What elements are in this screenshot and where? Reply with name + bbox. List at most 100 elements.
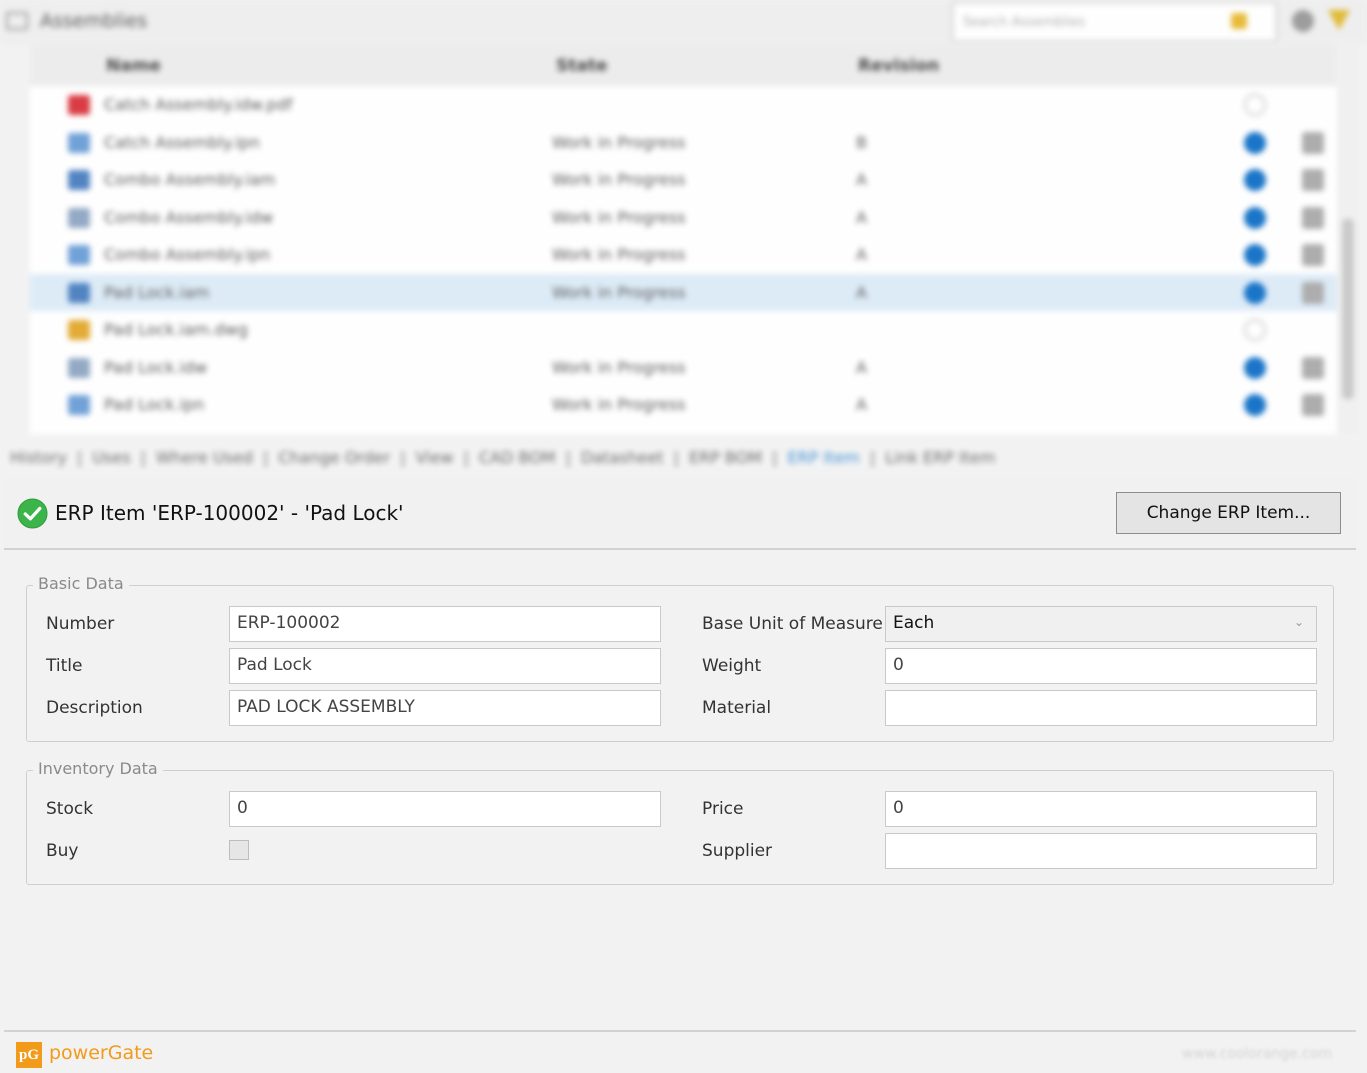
file-state: Work in Progress xyxy=(552,170,686,189)
tab-link-erp-item[interactable]: Link ERP Item xyxy=(885,448,995,467)
description-field[interactable]: PAD LOCK ASSEMBLY xyxy=(229,690,661,726)
file-icon xyxy=(68,170,90,190)
title-field[interactable]: Pad Lock xyxy=(229,648,661,684)
table-row[interactable]: Pad Lock.iam.dwg xyxy=(30,311,1338,349)
funnel-icon[interactable] xyxy=(1328,10,1350,30)
table-row[interactable]: Catch Assembly.idw.pdf xyxy=(30,86,1338,124)
file-name: Catch Assembly.idw.pdf xyxy=(104,95,293,114)
file-icon xyxy=(68,320,90,340)
tab-datasheet[interactable]: Datasheet xyxy=(581,448,664,467)
action-icon[interactable] xyxy=(1302,244,1324,266)
settings-icon[interactable] xyxy=(1292,10,1314,32)
tab-where-used[interactable]: Where Used xyxy=(156,448,253,467)
file-revision: A xyxy=(856,245,867,264)
table-row[interactable]: Catch Assembly.ipn Work in Progress B xyxy=(30,124,1338,162)
file-name: Catch Assembly.ipn xyxy=(104,132,260,152)
unit-label: Base Unit of Measure xyxy=(702,614,883,634)
tab-separator: | xyxy=(673,448,679,467)
table-row[interactable]: Pad Lock.idw Work in Progress A xyxy=(30,349,1338,387)
price-field[interactable]: 0 xyxy=(885,791,1317,827)
file-state: Work in Progress xyxy=(552,207,686,227)
action-icon[interactable] xyxy=(1302,281,1324,304)
price-label: Price xyxy=(702,799,744,819)
file-revision: A xyxy=(856,282,867,302)
erp-item-content: Basic Data Number ERP-100002 Title Pad L… xyxy=(4,550,1356,1030)
file-state: Work in Progress xyxy=(552,357,686,377)
table-row[interactable]: Combo Assembly.idw Work in Progress A xyxy=(30,199,1338,237)
powergate-logo: pG xyxy=(16,1042,42,1068)
table-row[interactable]: Pad Lock.iam Work in Progress A xyxy=(30,273,1338,311)
status-icon xyxy=(1244,281,1266,304)
status-icon xyxy=(1244,394,1266,416)
status-icon xyxy=(1244,206,1266,229)
weight-label: Weight xyxy=(702,656,762,676)
buy-label: Buy xyxy=(46,841,79,861)
tab-change-order[interactable]: Change Order xyxy=(278,448,390,467)
file-icon xyxy=(68,357,90,378)
file-icon xyxy=(68,95,90,115)
tab-uses[interactable]: Uses xyxy=(92,448,130,467)
tab-erp-bom[interactable]: ERP BOM xyxy=(689,448,762,467)
tab-cad-bom[interactable]: CAD BOM xyxy=(479,448,556,467)
file-revision: A xyxy=(856,395,867,414)
file-state: Work in Progress xyxy=(552,132,686,152)
status-icon xyxy=(1244,319,1266,341)
success-check-icon xyxy=(17,498,48,529)
stock-label: Stock xyxy=(46,799,94,819)
grid-header: Name State Revision xyxy=(30,44,1338,86)
file-name: Pad Lock.ipn xyxy=(104,395,205,414)
website-link[interactable]: www.coolorange.com xyxy=(1182,1046,1332,1062)
action-icon[interactable] xyxy=(1302,206,1324,229)
material-label: Material xyxy=(702,698,772,718)
status-icon xyxy=(1244,169,1266,191)
tab-history[interactable]: History xyxy=(10,448,67,467)
file-icon xyxy=(68,245,90,265)
tab-view[interactable]: View xyxy=(416,448,454,467)
weight-field[interactable]: 0 xyxy=(885,648,1317,684)
file-icon xyxy=(68,132,90,153)
status-icon xyxy=(1244,244,1266,266)
stock-field[interactable]: 0 xyxy=(229,791,661,827)
search-filter-icon[interactable] xyxy=(1231,13,1247,29)
scrollbar-thumb[interactable] xyxy=(1342,219,1354,399)
table-row[interactable]: Combo Assembly.ipn Work in Progress A xyxy=(30,236,1338,274)
file-name: Pad Lock.idw xyxy=(104,357,208,377)
table-row[interactable]: Pad Lock.ipn Work in Progress A xyxy=(30,386,1338,424)
supplier-field[interactable] xyxy=(885,833,1317,869)
change-erp-item-button[interactable]: Change ERP Item... xyxy=(1116,492,1341,534)
grid-scrollbar[interactable] xyxy=(1338,44,1358,434)
tab-separator: | xyxy=(76,448,83,467)
tab-separator: | xyxy=(463,448,469,467)
number-field[interactable]: ERP-100002 xyxy=(229,606,661,642)
chevron-down-icon[interactable]: ⌄ xyxy=(1294,615,1304,629)
file-state: Work in Progress xyxy=(552,395,686,414)
action-icon[interactable] xyxy=(1302,131,1324,154)
file-name: Combo Assembly.idw xyxy=(104,207,274,227)
file-revision: A xyxy=(856,207,867,227)
column-state[interactable]: State xyxy=(556,56,608,76)
inventory-data-legend: Inventory Data xyxy=(33,759,163,778)
tab-separator: | xyxy=(140,448,146,467)
file-name: Pad Lock.iam.dwg xyxy=(104,320,248,339)
tab-erp-item[interactable]: ERP Item xyxy=(787,448,859,467)
detail-tabs: History | Uses | Where Used | Change Order | Vie… xyxy=(10,448,1010,474)
tab-separator: | xyxy=(869,448,876,467)
grid-rows: Catch Assembly.idw.pdf Catch Assembly.ipn… xyxy=(30,86,1338,424)
number-label: Number xyxy=(46,614,115,634)
column-revision[interactable]: Revision xyxy=(858,56,939,76)
table-row[interactable]: Combo Assembly.iam Work in Progress A xyxy=(30,161,1338,199)
tab-separator: | xyxy=(262,448,269,467)
search-placeholder: Search Assemblies xyxy=(963,15,1086,30)
file-state: Work in Progress xyxy=(552,282,686,302)
column-name[interactable]: Name xyxy=(106,56,161,76)
status-icon xyxy=(1244,94,1266,116)
material-field[interactable] xyxy=(885,690,1317,726)
action-icon[interactable] xyxy=(1302,394,1324,416)
search-input[interactable]: Search Assemblies xyxy=(952,2,1277,42)
action-icon[interactable] xyxy=(1302,169,1324,191)
buy-checkbox[interactable] xyxy=(229,840,249,860)
footer: pG powerGate www.coolorange.com xyxy=(4,1030,1356,1073)
tab-separator: | xyxy=(565,448,571,467)
unit-select[interactable]: Each ⌄ xyxy=(885,606,1317,642)
action-icon[interactable] xyxy=(1302,356,1324,379)
